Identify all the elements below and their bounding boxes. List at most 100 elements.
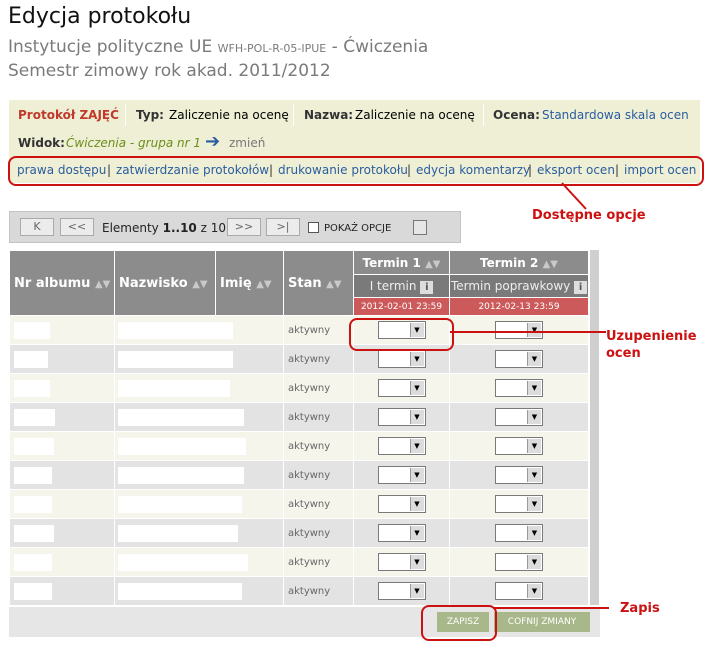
col-stan[interactable]: Stan ▲▼ bbox=[283, 250, 354, 316]
grade-select-termin-1[interactable]: ▼ bbox=[377, 437, 426, 455]
protocol-label: Protokół ZAJĘĆ bbox=[18, 108, 119, 122]
protocol-info-row: Protokół ZAJĘĆ Typ: Zaliczenie na ocenę … bbox=[9, 100, 700, 129]
grades-table: Nr albumu ▲▼ Nazwisko ▲▼ Imię ▲▼ Stan ▲▼… bbox=[9, 250, 589, 606]
sort-icon[interactable]: ▲▼ bbox=[192, 279, 207, 290]
termin-1-grade-cell: ▼ bbox=[353, 576, 450, 606]
chevron-down-icon[interactable]: ▼ bbox=[527, 410, 541, 424]
elements-suffix: z 10 bbox=[196, 221, 226, 235]
table-row: aktywny ▼ ▼ bbox=[9, 402, 589, 432]
sort-icon[interactable]: ▲▼ bbox=[543, 259, 558, 270]
col-stan-label: Stan bbox=[288, 275, 322, 291]
grade-select-termin-2[interactable]: ▼ bbox=[495, 408, 543, 426]
nr-albumu-cell bbox=[9, 431, 115, 461]
info-icon[interactable]: i bbox=[574, 280, 588, 294]
prev-page-button[interactable]: << bbox=[60, 218, 94, 236]
col-imie-label: Imię bbox=[220, 275, 252, 291]
grade-select-termin-1[interactable]: ▼ bbox=[377, 524, 426, 542]
termin-1-grade-cell: ▼ bbox=[353, 402, 450, 432]
termin-2-grade-cell: ▼ bbox=[449, 344, 589, 374]
col-imie[interactable]: Imię ▲▼ bbox=[215, 250, 284, 316]
annotation-grades-line1: Uzupenienie bbox=[606, 329, 697, 344]
options-highlight bbox=[8, 156, 704, 186]
chevron-down-icon[interactable]: ▼ bbox=[409, 526, 424, 540]
name-cell bbox=[114, 402, 284, 432]
chevron-down-icon[interactable]: ▼ bbox=[527, 381, 541, 395]
sort-icon[interactable]: ▲▼ bbox=[425, 259, 440, 270]
first-page-button[interactable]: K bbox=[20, 218, 54, 236]
grade-select-termin-2[interactable]: ▼ bbox=[495, 466, 543, 484]
widok-label: Widok: bbox=[18, 136, 65, 150]
chevron-down-icon[interactable]: ▼ bbox=[527, 497, 541, 511]
stan-cell: aktywny bbox=[283, 402, 354, 432]
grade-select-termin-1[interactable]: ▼ bbox=[377, 379, 426, 397]
termin-1-subheader: I termin i bbox=[353, 274, 450, 298]
table-row: aktywny ▼ ▼ bbox=[9, 518, 589, 548]
termin-1-grade-cell: ▼ bbox=[353, 489, 450, 519]
export-icon[interactable] bbox=[413, 220, 427, 235]
show-options-checkbox[interactable] bbox=[308, 222, 319, 233]
nr-albumu-cell bbox=[9, 518, 115, 548]
change-view-link[interactable]: zmień bbox=[229, 136, 265, 150]
last-page-button[interactable]: >| bbox=[266, 218, 300, 236]
ocena-value: Standardowa skala ocen bbox=[542, 108, 689, 122]
chevron-down-icon[interactable]: ▼ bbox=[527, 584, 541, 598]
chevron-down-icon[interactable]: ▼ bbox=[527, 468, 541, 482]
info-icon[interactable]: i bbox=[420, 280, 434, 294]
grade-select-termin-2[interactable]: ▼ bbox=[495, 524, 543, 542]
grade-select-termin-1[interactable]: ▼ bbox=[377, 582, 426, 600]
table-scrollbar[interactable] bbox=[590, 250, 599, 605]
elements-counter: Elementy 1..10 z 10 bbox=[102, 221, 226, 235]
nr-albumu-cell bbox=[9, 402, 115, 432]
grade-select-termin-2[interactable]: ▼ bbox=[495, 379, 543, 397]
chevron-down-icon[interactable]: ▼ bbox=[409, 555, 424, 569]
grade-select-termin-1[interactable]: ▼ bbox=[377, 350, 426, 368]
stan-cell: aktywny bbox=[283, 547, 354, 577]
chevron-down-icon[interactable]: ▼ bbox=[527, 352, 541, 366]
course-type: - Ćwiczenia bbox=[331, 37, 429, 57]
grade-select-termin-2[interactable]: ▼ bbox=[495, 495, 543, 513]
grade-select-termin-2[interactable]: ▼ bbox=[495, 437, 543, 455]
sort-icon[interactable]: ▲▼ bbox=[326, 279, 341, 290]
name-cell bbox=[114, 518, 284, 548]
termin-1-grade-cell: ▼ bbox=[353, 518, 450, 548]
chevron-down-icon[interactable]: ▼ bbox=[527, 439, 541, 453]
grade-select-termin-1[interactable]: ▼ bbox=[377, 408, 426, 426]
table-row: aktywny ▼ ▼ bbox=[9, 489, 589, 519]
revert-changes-button[interactable]: COFNIJ ZMIANY bbox=[494, 612, 590, 632]
chevron-down-icon[interactable]: ▼ bbox=[409, 410, 424, 424]
grade-select-termin-2[interactable]: ▼ bbox=[495, 350, 543, 368]
nr-albumu-cell bbox=[9, 344, 115, 374]
col-nr-albumu[interactable]: Nr albumu ▲▼ bbox=[9, 250, 115, 316]
chevron-down-icon[interactable]: ▼ bbox=[409, 468, 424, 482]
chevron-down-icon[interactable]: ▼ bbox=[409, 584, 424, 598]
stan-cell: aktywny bbox=[283, 431, 354, 461]
pager-toolbar: K << Elementy 1..10 z 10 >> >| POKAŻ OPC… bbox=[9, 211, 461, 243]
termin-1-grade-cell: ▼ bbox=[353, 431, 450, 461]
chevron-down-icon[interactable]: ▼ bbox=[409, 439, 424, 453]
termin-2-grade-cell: ▼ bbox=[449, 431, 589, 461]
sort-icon[interactable]: ▲▼ bbox=[256, 279, 271, 290]
termin-2-grade-cell: ▼ bbox=[449, 373, 589, 403]
grade-select-termin-2[interactable]: ▼ bbox=[495, 582, 543, 600]
chevron-down-icon[interactable]: ▼ bbox=[527, 555, 541, 569]
typ-value: Zaliczenie na ocenę bbox=[169, 108, 289, 122]
nr-albumu-cell bbox=[9, 576, 115, 606]
nr-albumu-cell bbox=[9, 489, 115, 519]
chevron-down-icon[interactable]: ▼ bbox=[527, 526, 541, 540]
grade-select-termin-2[interactable]: ▼ bbox=[495, 553, 543, 571]
chevron-down-icon[interactable]: ▼ bbox=[409, 352, 424, 366]
widok-value[interactable]: Ćwiczenia - grupa nr 1 bbox=[66, 136, 201, 150]
sort-icon[interactable]: ▲▼ bbox=[95, 279, 110, 290]
annotation-options: Dostępne opcje bbox=[532, 208, 646, 223]
course-code: WFH-POL-R-05-IPUE bbox=[217, 42, 327, 55]
grade-select-termin-1[interactable]: ▼ bbox=[377, 466, 426, 484]
view-row: Widok: Ćwiczenia - grupa nr 1 ➔ zmień bbox=[9, 129, 700, 157]
next-page-button[interactable]: >> bbox=[227, 218, 261, 236]
grade-select-termin-1[interactable]: ▼ bbox=[377, 553, 426, 571]
grade-select-termin-1[interactable]: ▼ bbox=[377, 495, 426, 513]
ocena-label: Ocena: bbox=[493, 108, 540, 122]
col-termin-1: Termin 1 ▲▼ bbox=[353, 250, 450, 275]
col-nazwisko[interactable]: Nazwisko ▲▼ bbox=[114, 250, 216, 316]
chevron-down-icon[interactable]: ▼ bbox=[409, 497, 424, 511]
chevron-down-icon[interactable]: ▼ bbox=[409, 381, 424, 395]
